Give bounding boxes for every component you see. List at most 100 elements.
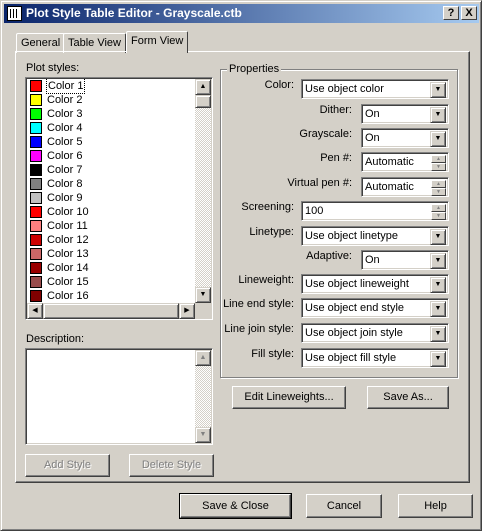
description-label: Description: <box>26 333 85 345</box>
plot-styles-vscroll-thumb[interactable] <box>195 95 211 108</box>
dither-value: On <box>365 108 380 120</box>
color-swatch-icon <box>30 234 42 246</box>
save-as-button[interactable]: Save As... <box>367 386 449 409</box>
color-swatch-icon <box>30 108 42 120</box>
color-swatch-icon <box>30 80 42 92</box>
scroll-right-icon[interactable]: ▶ <box>179 303 195 319</box>
chevron-down-icon[interactable]: ▼ <box>430 277 446 293</box>
window-title: Plot Style Table Editor - Grayscale.ctb <box>26 6 242 20</box>
plot-styles-list[interactable]: Color 1 Color 2 Color 3 Color 4 Color 5 Color… <box>25 77 213 320</box>
dither-select[interactable]: On ▼ <box>361 104 449 124</box>
pen-stepper[interactable]: Automatic ▲ ▼ <box>361 152 449 172</box>
stepper-down-icon[interactable]: ▼ <box>431 163 446 171</box>
chevron-down-icon[interactable]: ▼ <box>430 107 446 123</box>
plot-style-name: Color 4 <box>47 122 83 134</box>
color-swatch-icon <box>30 122 42 134</box>
plot-style-item[interactable]: Color 3 <box>28 107 193 121</box>
close-icon[interactable]: X <box>461 6 477 20</box>
color-label: Color: <box>264 79 294 91</box>
scroll-up-icon[interactable]: ▲ <box>195 79 211 95</box>
lineweight-label: Lineweight: <box>238 274 294 286</box>
color-swatch-icon <box>30 262 42 274</box>
chevron-down-icon[interactable]: ▼ <box>430 253 446 269</box>
line-join-style-select[interactable]: Use object join style ▼ <box>301 323 449 343</box>
scroll-down-icon[interactable]: ▼ <box>195 287 211 303</box>
line-end-style-label: Line end style: <box>223 298 294 310</box>
linetype-select[interactable]: Use object linetype ▼ <box>301 226 449 246</box>
line-join-style-value: Use object join style <box>305 327 403 339</box>
grayscale-select[interactable]: On ▼ <box>361 128 449 148</box>
plot-style-item[interactable]: Color 5 <box>28 135 193 149</box>
plot-styles-hscroll-thumb[interactable] <box>43 303 179 319</box>
help-icon[interactable]: ? <box>443 6 459 20</box>
chevron-down-icon[interactable]: ▼ <box>430 326 446 342</box>
screening-stepper[interactable]: 100 ▲ ▼ <box>301 201 449 221</box>
chevron-down-icon[interactable]: ▼ <box>430 229 446 245</box>
plot-style-item[interactable]: Color 16 <box>28 289 193 303</box>
stepper-up-icon[interactable]: ▲ <box>431 204 446 212</box>
tab-general[interactable]: General <box>16 33 66 53</box>
plot-style-item[interactable]: Color 10 <box>28 205 193 219</box>
add-style-button[interactable]: Add Style <box>25 454 110 477</box>
help-button[interactable]: Help <box>398 494 473 518</box>
plot-style-item[interactable]: Color 12 <box>28 233 193 247</box>
color-swatch-icon <box>30 290 42 302</box>
plot-style-item[interactable]: Color 11 <box>28 219 193 233</box>
scroll-corner <box>195 303 211 319</box>
plot-style-item[interactable]: Color 15 <box>28 275 193 289</box>
color-swatch-icon <box>30 150 42 162</box>
scroll-down-icon[interactable]: ▼ <box>195 427 211 443</box>
plot-style-name: Color 9 <box>47 192 83 204</box>
plot-style-name: Color 14 <box>47 262 89 274</box>
plot-style-item[interactable]: Color 6 <box>28 149 193 163</box>
plot-style-item[interactable]: Color 14 <box>28 261 193 275</box>
stepper-down-icon[interactable]: ▼ <box>431 212 446 220</box>
plot-style-item[interactable]: Color 9 <box>28 191 193 205</box>
adaptive-value: On <box>365 254 380 266</box>
tab-table-view[interactable]: Table View <box>63 33 126 53</box>
plot-style-name: Color 8 <box>47 178 83 190</box>
adaptive-select[interactable]: On ▼ <box>361 250 449 270</box>
stepper-up-icon[interactable]: ▲ <box>431 155 446 163</box>
lineweight-select[interactable]: Use object lineweight ▼ <box>301 274 449 294</box>
color-swatch-icon <box>30 136 42 148</box>
description-textarea[interactable]: ▲ ▼ <box>25 348 213 445</box>
plot-style-item[interactable]: Color 2 <box>28 93 193 107</box>
plot-style-item[interactable]: Color 1 <box>28 79 193 94</box>
color-swatch-icon <box>30 206 42 218</box>
color-select[interactable]: Use object color ▼ <box>301 79 449 99</box>
chevron-down-icon[interactable]: ▼ <box>430 301 446 317</box>
plot-style-item[interactable]: Color 7 <box>28 163 193 177</box>
tab-form-view[interactable]: Form View <box>126 31 189 53</box>
plot-style-name: Color 11 <box>47 220 88 232</box>
plot-styles-label: Plot styles: <box>26 62 80 74</box>
pen-label: Pen #: <box>320 152 352 164</box>
chevron-down-icon[interactable]: ▼ <box>430 82 446 98</box>
plot-style-item[interactable]: Color 13 <box>28 247 193 261</box>
scroll-left-icon[interactable]: ◀ <box>27 303 43 319</box>
line-join-style-label: Line join style: <box>224 323 294 335</box>
line-end-style-select[interactable]: Use object end style ▼ <box>301 298 449 318</box>
virtual-pen-stepper[interactable]: Automatic ▲ ▼ <box>361 177 449 197</box>
cancel-button[interactable]: Cancel <box>306 494 382 518</box>
plot-style-name: Color 13 <box>47 248 89 260</box>
plot-style-item[interactable]: Color 4 <box>28 121 193 135</box>
delete-style-button[interactable]: Delete Style <box>129 454 214 477</box>
chevron-down-icon[interactable]: ▼ <box>430 351 446 367</box>
save-close-button[interactable]: Save & Close <box>179 493 292 519</box>
dither-label: Dither: <box>319 104 352 116</box>
chevron-down-icon[interactable]: ▼ <box>430 131 446 147</box>
fill-style-select[interactable]: Use object fill style ▼ <box>301 348 449 368</box>
color-value: Use object color <box>305 83 384 95</box>
scroll-up-icon[interactable]: ▲ <box>195 350 211 366</box>
properties-title: Properties <box>227 63 282 75</box>
plot-styles-vscroll-track[interactable] <box>195 79 211 303</box>
title-bar[interactable]: Plot Style Table Editor - Grayscale.ctb … <box>4 4 479 23</box>
plot-style-name: Color 12 <box>47 234 89 246</box>
color-swatch-icon <box>30 94 42 106</box>
plot-style-name: Color 15 <box>47 276 89 288</box>
plot-style-item[interactable]: Color 8 <box>28 177 193 191</box>
edit-lineweights-button[interactable]: Edit Lineweights... <box>232 386 346 409</box>
stepper-up-icon[interactable]: ▲ <box>431 180 446 188</box>
stepper-down-icon[interactable]: ▼ <box>431 188 446 196</box>
